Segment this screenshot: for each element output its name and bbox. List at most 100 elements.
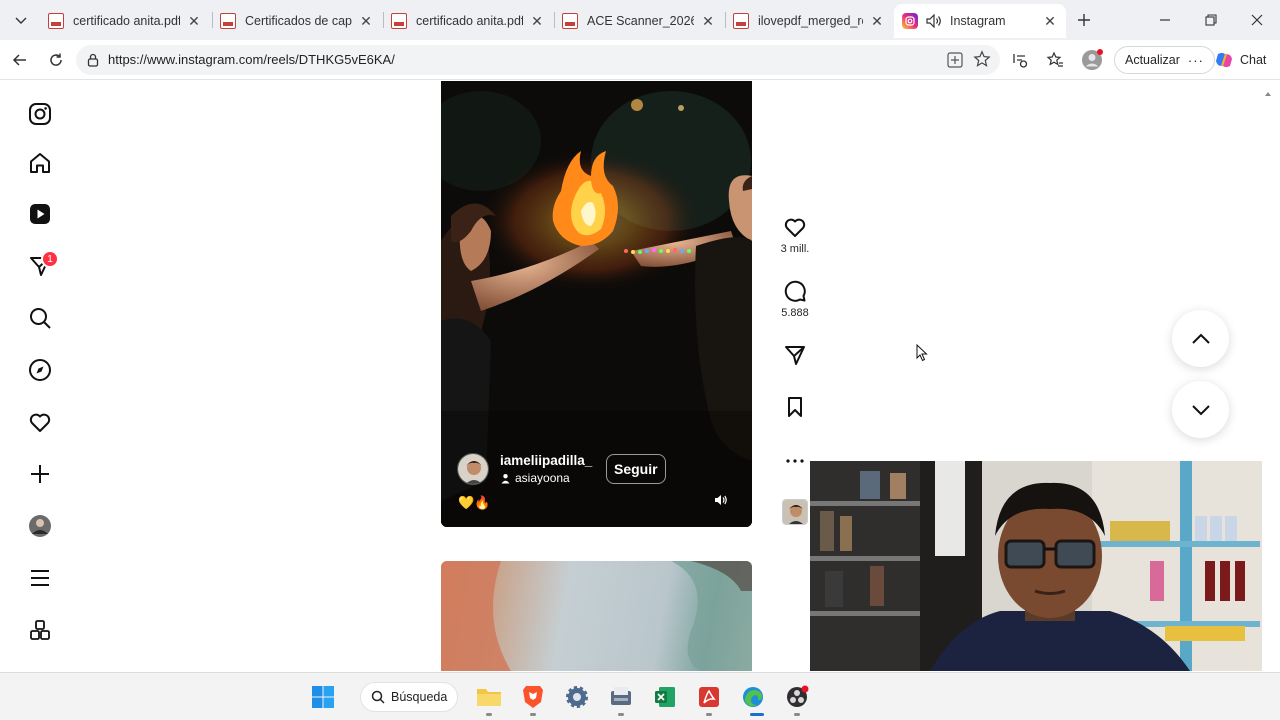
collaborator-row[interactable]: asiayoona — [500, 471, 570, 485]
tab-ace-scanner[interactable]: ACE Scanner_2026_0 ✕ — [554, 4, 724, 38]
comment-bubble-icon[interactable] — [783, 279, 807, 303]
close-tab-icon[interactable]: ✕ — [1042, 13, 1058, 30]
like-heart-icon[interactable] — [783, 215, 807, 239]
copilot-chat-button[interactable]: Chat — [1208, 46, 1272, 74]
close-tab-icon[interactable]: ✕ — [700, 13, 716, 30]
minimize-window-icon[interactable] — [1150, 8, 1180, 32]
also-from-meta-icon[interactable] — [26, 616, 54, 644]
scroll-up-arrow-icon[interactable] — [1264, 85, 1272, 96]
restore-window-icon[interactable] — [1196, 8, 1226, 32]
settings-gear-icon[interactable] — [564, 684, 590, 710]
windows-taskbar: Búsqueda — [0, 672, 1280, 720]
collaborator-username: asiayoona — [515, 471, 570, 485]
tab-title: Instagram — [950, 14, 1006, 28]
chevron-up-icon — [1191, 333, 1210, 344]
close-tab-icon[interactable]: ✕ — [186, 13, 202, 30]
like-count: 3 mill. — [780, 243, 810, 255]
close-tab-icon[interactable]: ✕ — [869, 13, 885, 30]
update-label: Actualizar — [1125, 53, 1180, 67]
next-reel-frame — [441, 561, 752, 671]
reels-icon[interactable] — [26, 200, 54, 228]
close-tab-icon[interactable]: ✕ — [358, 13, 374, 30]
share-action[interactable] — [779, 343, 811, 367]
running-indicator — [530, 713, 536, 716]
close-tab-icon[interactable]: ✕ — [529, 13, 545, 30]
audio-playing-icon[interactable] — [926, 14, 942, 28]
like-action[interactable]: 3 mill. — [779, 215, 811, 255]
new-tab-icon[interactable] — [1069, 8, 1099, 32]
edge-browser-icon[interactable] — [740, 684, 766, 710]
author-username[interactable]: iameliipadilla_ — [500, 453, 592, 468]
pdf-icon — [562, 13, 578, 29]
search-icon[interactable] — [26, 304, 54, 332]
tab-title: ACE Scanner_2026_0 — [587, 14, 694, 28]
tab-title: certificado anita.pdf — [416, 14, 523, 28]
tab-certificados-capacitacion[interactable]: Certificados de capaci ✕ — [212, 4, 382, 38]
tab-title: Certificados de capaci — [245, 14, 352, 28]
app-available-icon[interactable] — [946, 51, 964, 74]
instagram-logo-icon[interactable] — [26, 100, 54, 128]
windows-start-icon[interactable] — [310, 684, 336, 710]
explore-compass-icon[interactable] — [26, 356, 54, 384]
search-icon — [371, 690, 385, 704]
previous-reel-button[interactable] — [1172, 310, 1229, 367]
lock-icon[interactable] — [86, 53, 100, 72]
back-arrow-icon[interactable] — [8, 48, 32, 72]
more-menu-icon[interactable] — [26, 564, 54, 592]
taskbar-search[interactable]: Búsqueda — [360, 682, 458, 712]
bookmark-icon[interactable] — [783, 395, 807, 419]
tab-certificado-anita-2[interactable]: certificado anita.pdf ✕ — [383, 4, 553, 38]
file-explorer-icon[interactable] — [476, 684, 502, 710]
create-plus-icon[interactable] — [26, 460, 54, 488]
pdf-icon — [733, 13, 749, 29]
messages-badge: 1 — [41, 250, 59, 268]
profile-avatar[interactable] — [26, 512, 54, 540]
url-text[interactable]: https://www.instagram.com/reels/DTHKG5vE… — [108, 52, 395, 67]
browser-tab-bar: certificado anita.pdf ✕ Certificados de … — [0, 0, 1280, 40]
tab-ilovepdf-merged[interactable]: ilovepdf_merged_ren ✕ — [725, 4, 893, 38]
running-indicator — [794, 713, 800, 716]
favorite-star-icon[interactable] — [973, 50, 991, 73]
pdf-icon — [391, 13, 407, 29]
address-bar[interactable]: https://www.instagram.com/reels/DTHKG5vE… — [76, 45, 1000, 75]
webcam-overlay — [810, 461, 1262, 671]
media-control-icon[interactable] — [1008, 48, 1032, 72]
more-options-icon: ··· — [1187, 52, 1204, 68]
notifications-heart-icon[interactable] — [26, 408, 54, 436]
more-dots-icon[interactable] — [783, 449, 807, 473]
close-window-icon[interactable] — [1242, 8, 1272, 32]
instagram-icon — [902, 13, 918, 29]
running-indicator — [706, 713, 712, 716]
home-icon[interactable] — [26, 149, 54, 177]
comment-action[interactable]: 5.888 — [779, 279, 811, 319]
audio-thumbnail[interactable] — [782, 499, 808, 525]
tab-certificado-anita-1[interactable]: certificado anita.pdf ✕ — [40, 4, 210, 38]
share-paperplane-icon[interactable] — [783, 343, 807, 367]
tab-list-chevron-icon[interactable] — [6, 8, 36, 32]
volume-icon[interactable] — [707, 486, 735, 514]
next-reel-preview[interactable] — [441, 561, 752, 671]
tab-instagram[interactable]: Instagram ✕ — [894, 4, 1066, 38]
excel-icon[interactable] — [652, 684, 678, 710]
more-options-action[interactable] — [779, 449, 811, 473]
pdf-reader-icon[interactable] — [696, 684, 722, 710]
brave-browser-icon[interactable] — [520, 684, 546, 710]
comment-count: 5.888 — [781, 307, 809, 319]
follow-button[interactable]: Seguir — [606, 454, 666, 484]
chevron-down-icon — [1191, 404, 1210, 415]
reel-video[interactable]: iameliipadilla_ asiayoona Seguir 💛🔥 — [441, 81, 752, 527]
obs-studio-icon[interactable] — [784, 684, 810, 710]
tab-title: ilovepdf_merged_ren — [758, 14, 863, 28]
update-button[interactable]: Actualizar ··· — [1114, 46, 1215, 74]
save-action[interactable] — [779, 395, 811, 419]
search-label: Búsqueda — [391, 690, 448, 704]
favorites-collection-icon[interactable] — [1043, 48, 1067, 72]
scanner-app-icon[interactable] — [608, 684, 634, 710]
tab-title: certificado anita.pdf — [73, 14, 180, 28]
profile-avatar-icon[interactable] — [1080, 48, 1104, 72]
author-avatar[interactable] — [457, 453, 489, 485]
running-indicator — [618, 713, 624, 716]
next-reel-button[interactable] — [1172, 381, 1229, 438]
webcam-feed — [810, 461, 1262, 671]
reload-icon[interactable] — [44, 48, 68, 72]
